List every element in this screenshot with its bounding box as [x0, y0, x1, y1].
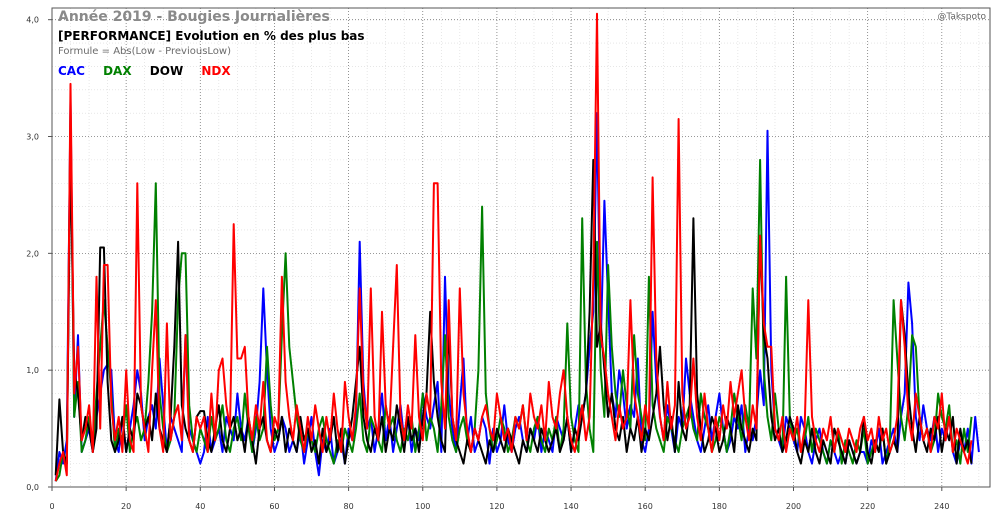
x-tick-label: 200 [786, 502, 801, 511]
x-tick-label: 100 [415, 502, 430, 511]
y-tick-label: 3,0 [26, 133, 39, 142]
x-tick-label: 220 [860, 502, 875, 511]
x-tick-label: 120 [489, 502, 504, 511]
y-tick-label: 4,0 [26, 16, 39, 25]
x-tick-label: 160 [638, 502, 653, 511]
y-tick-label: 0,0 [26, 483, 39, 492]
x-tick-label: 180 [712, 502, 727, 511]
y-tick-label: 1,0 [26, 366, 39, 375]
x-tick-label: 40 [195, 502, 205, 511]
series-lines [54, 12, 980, 482]
y-tick-label: 2,0 [26, 249, 39, 258]
x-tick-label: 240 [934, 502, 949, 511]
x-tick-label: 0 [49, 502, 54, 511]
x-tick-label: 140 [563, 502, 578, 511]
chart: 0 20 40 60 80 100 120 140 160 180 200 220 240 0,0 1,0 2… [26, 7, 991, 511]
x-tick-label: 60 [269, 502, 279, 511]
x-tick-label: 20 [121, 502, 131, 511]
x-tick-label: 80 [344, 502, 354, 511]
watermark: @Takspoto [937, 12, 986, 22]
series-line-ndx [54, 12, 973, 482]
